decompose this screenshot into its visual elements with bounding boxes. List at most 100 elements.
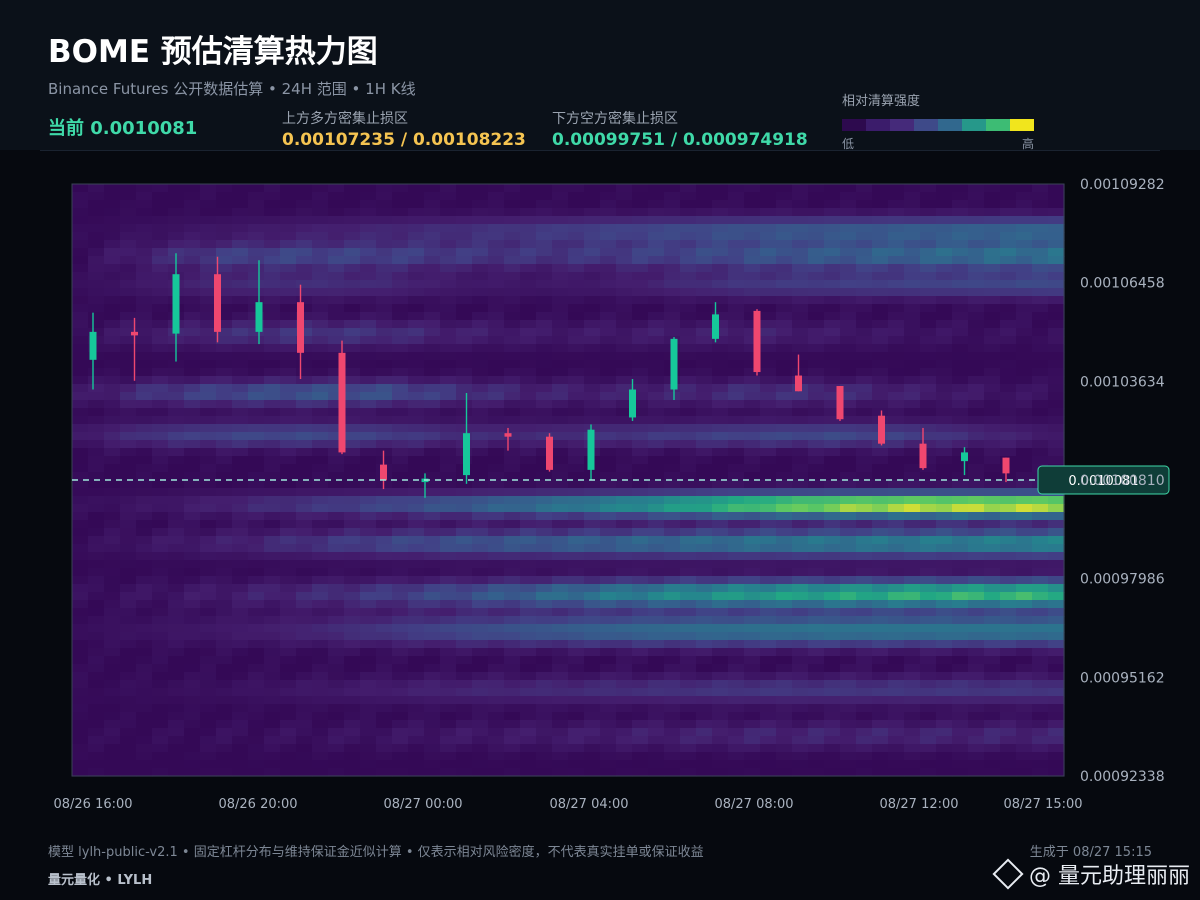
heatmap-cell: [728, 448, 745, 457]
heatmap-cell: [792, 560, 809, 569]
heatmap-cell: [584, 224, 601, 233]
heatmap-cell: [456, 656, 473, 665]
heatmap-cell: [552, 720, 569, 729]
heatmap-cell: [760, 656, 777, 665]
heatmap-cell: [248, 408, 265, 417]
heatmap-cell: [440, 240, 457, 249]
heatmap-cell: [1032, 568, 1049, 577]
heatmap-cell: [344, 328, 361, 337]
heatmap-cell: [600, 448, 617, 457]
heatmap-cell: [1032, 616, 1049, 625]
heatmap-cell: [680, 592, 697, 601]
heatmap-cell: [536, 296, 553, 305]
heatmap-cell: [920, 384, 937, 393]
heatmap-cell: [888, 608, 905, 617]
heatmap-cell: [872, 480, 889, 489]
heatmap-cell: [760, 496, 777, 505]
heatmap-cell: [1000, 440, 1017, 449]
heatmap-cell: [1048, 256, 1065, 265]
heatmap-cell: [376, 664, 393, 673]
heatmap-cell: [856, 768, 873, 777]
heatmap-cell: [456, 320, 473, 329]
heatmap-cell: [408, 224, 425, 233]
heatmap-cell: [808, 648, 825, 657]
heatmap-cell: [696, 680, 713, 689]
heatmap-cell: [328, 648, 345, 657]
heatmap-cell: [600, 560, 617, 569]
heatmap-cell: [536, 200, 553, 209]
heatmap-cell: [72, 736, 89, 745]
heatmap-cell: [1016, 624, 1033, 633]
heatmap-cell: [488, 352, 505, 361]
heatmap-cell: [312, 312, 329, 321]
heatmap-cell: [424, 656, 441, 665]
heatmap-cell: [1000, 448, 1017, 457]
heatmap-cell: [792, 328, 809, 337]
heatmap-cell: [888, 520, 905, 529]
heatmap-cell: [904, 440, 921, 449]
heatmap-cell: [248, 344, 265, 353]
heatmap-cell: [728, 208, 745, 217]
heatmap-cell: [808, 656, 825, 665]
heatmap-cell: [552, 208, 569, 217]
heatmap-cell: [600, 192, 617, 201]
heatmap-cell: [920, 240, 937, 249]
heatmap-cell: [248, 520, 265, 529]
heatmap-cell: [440, 440, 457, 449]
heatmap-cell: [184, 184, 201, 193]
heatmap-cell: [648, 344, 665, 353]
heatmap-cell: [456, 768, 473, 777]
heatmap-cell: [152, 672, 169, 681]
heatmap-cell: [904, 344, 921, 353]
candle-body: [546, 436, 553, 470]
heatmap-cell: [120, 528, 137, 537]
heatmap-cell: [424, 248, 441, 257]
heatmap-cell: [968, 216, 985, 225]
heatmap-cell: [776, 504, 793, 513]
heatmap-cell: [1000, 704, 1017, 713]
heatmap-cell: [584, 504, 601, 513]
candle-body: [629, 389, 636, 418]
heatmap-cell: [712, 376, 729, 385]
heatmap-cell: [872, 496, 889, 505]
heatmap-cell: [136, 712, 153, 721]
heatmap-cell: [1000, 352, 1017, 361]
heatmap-cell: [568, 272, 585, 281]
heatmap-cell: [1000, 376, 1017, 385]
heatmap-cell: [952, 760, 969, 769]
heatmap-cell: [696, 376, 713, 385]
heatmap-cell: [600, 640, 617, 649]
heatmap-cell: [968, 616, 985, 625]
heatmap-cell: [680, 336, 697, 345]
heatmap-cell: [904, 648, 921, 657]
heatmap-cell: [216, 632, 233, 641]
heatmap-cell: [424, 504, 441, 513]
heatmap-cell: [1032, 752, 1049, 761]
heatmap-cell: [504, 576, 521, 585]
heatmap-cell: [840, 728, 857, 737]
heatmap-cell: [760, 584, 777, 593]
heatmap-cell: [792, 352, 809, 361]
heatmap-cell: [552, 672, 569, 681]
heatmap-cell: [840, 680, 857, 689]
heatmap-cell: [760, 488, 777, 497]
heatmap-cell: [216, 712, 233, 721]
heatmap-cell: [456, 296, 473, 305]
heatmap-cell: [120, 384, 137, 393]
heatmap-cell: [344, 256, 361, 265]
heatmap-cell: [760, 640, 777, 649]
heatmap-cell: [776, 232, 793, 241]
heatmap-cell: [1048, 288, 1065, 297]
heatmap-cell: [744, 632, 761, 641]
heatmap-cell: [280, 232, 297, 241]
heatmap-cell: [872, 608, 889, 617]
heatmap-cell: [1016, 768, 1033, 777]
heatmap-cell: [584, 616, 601, 625]
heatmap-cell: [312, 368, 329, 377]
heatmap-cell: [216, 344, 233, 353]
heatmap-cell: [712, 584, 729, 593]
heatmap-cell: [264, 608, 281, 617]
heatmap-cell: [632, 712, 649, 721]
heatmap-cell: [600, 568, 617, 577]
heatmap-cell: [440, 520, 457, 529]
